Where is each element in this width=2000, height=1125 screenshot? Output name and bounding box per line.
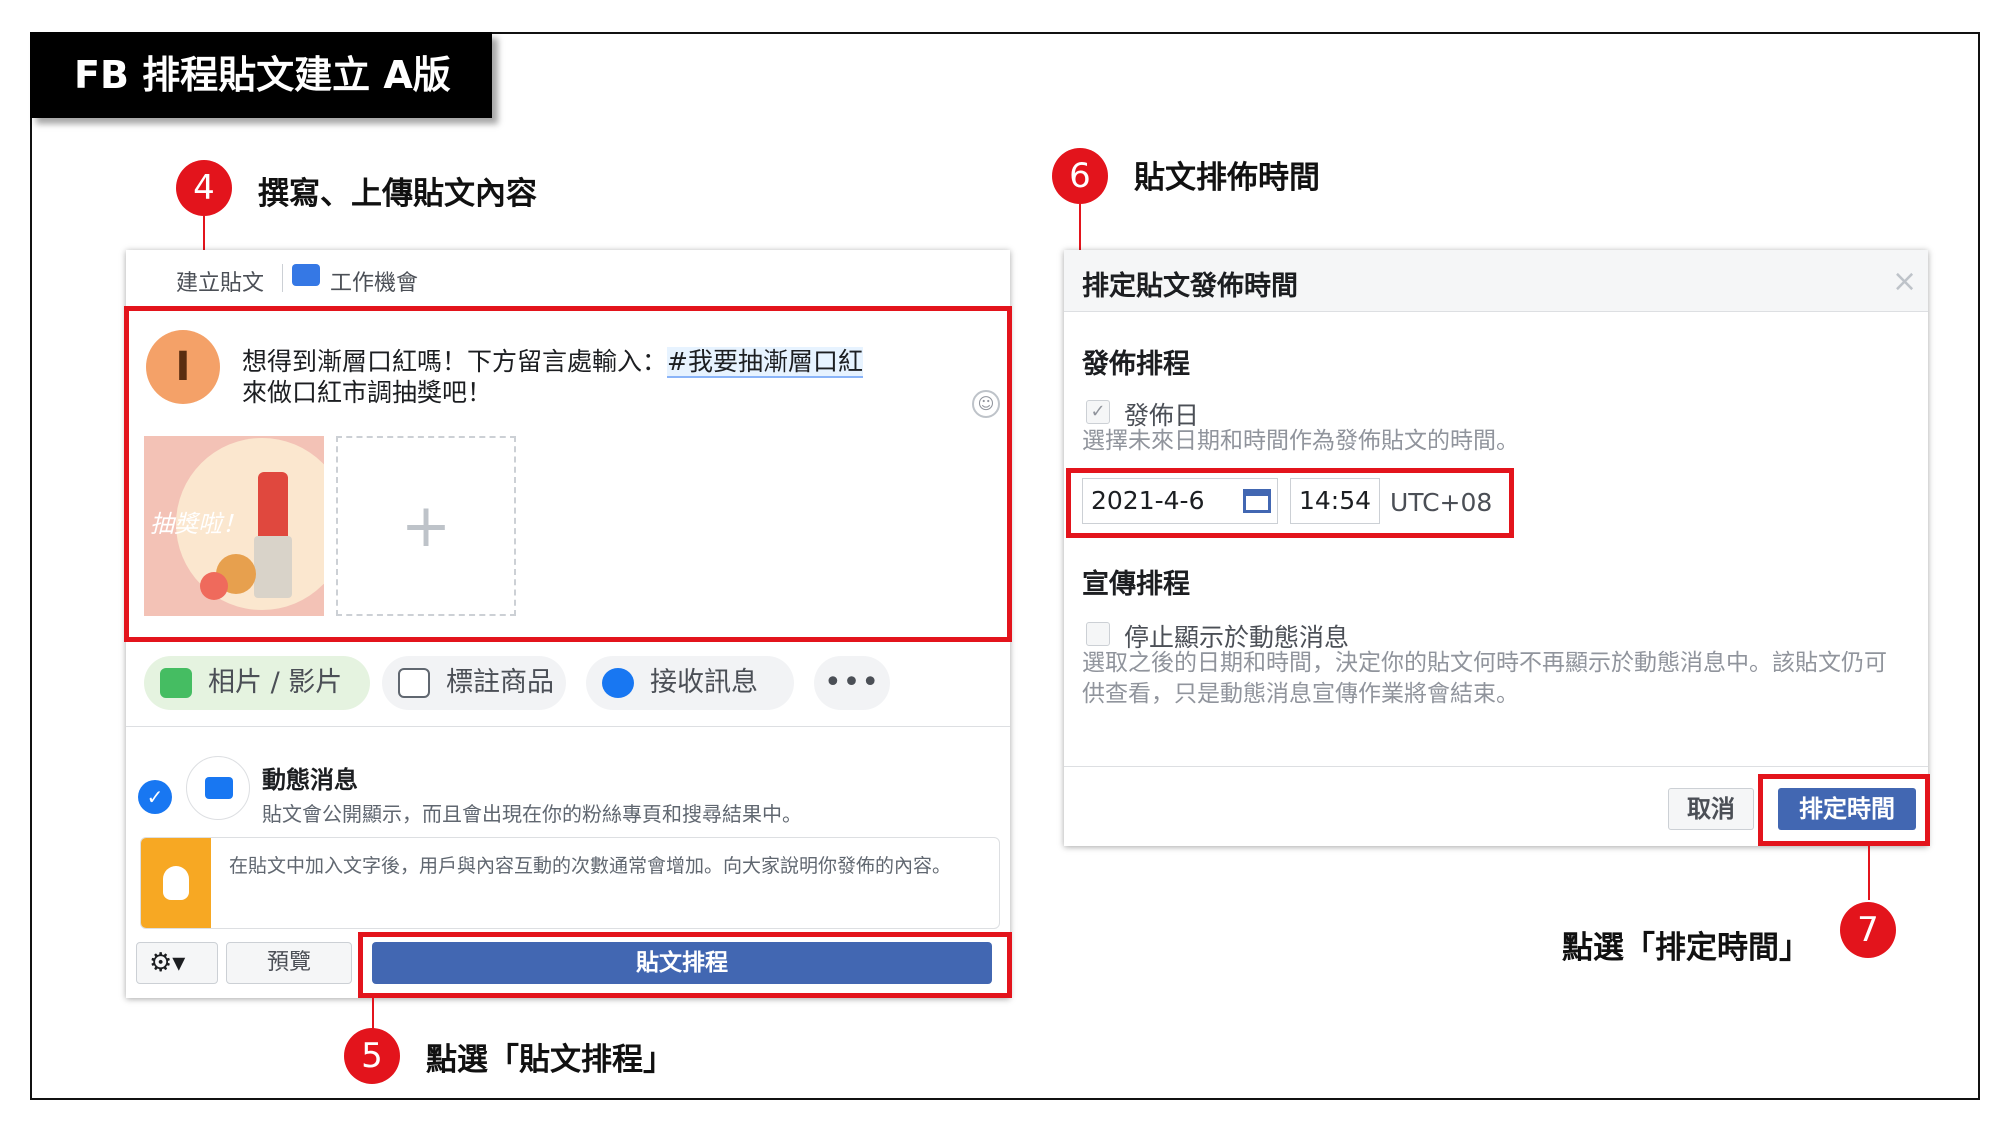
get-messages-label: 接收訊息 xyxy=(650,667,758,698)
tag-products-button[interactable]: 標註商品 xyxy=(382,656,566,710)
step-4-badge: 4 xyxy=(176,160,232,216)
lightbulb-icon xyxy=(163,866,189,900)
composer-divider xyxy=(126,726,1010,727)
step-6-badge: 6 xyxy=(1052,148,1108,204)
settings-gear-button[interactable]: ⚙▾ xyxy=(136,942,218,984)
publish-date-checkbox[interactable]: ✓ xyxy=(1086,400,1110,424)
stop-showing-hint: 選取之後的日期和時間，決定你的貼文何時不再顯示於動態消息中。該貼文仍可供查看，只… xyxy=(1082,650,1887,707)
schedule-post-dialog: 排定貼文發佈時間 × 發佈排程 ✓ 發佈日 選擇未來日期和時間作為發佈貼文的時間… xyxy=(1064,250,1928,846)
stop-showing-checkbox[interactable] xyxy=(1086,622,1110,646)
step-6-label: 貼文排佈時間 xyxy=(1134,160,1320,196)
photo-icon xyxy=(160,668,192,698)
tag-products-label: 標註商品 xyxy=(446,667,554,698)
cancel-button[interactable]: 取消 xyxy=(1668,788,1754,830)
publish-hint: 選擇未來日期和時間作為發佈貼文的時間。 xyxy=(1082,428,1519,454)
preview-button[interactable]: 預覽 xyxy=(226,942,352,984)
feed-checked-icon[interactable]: ✓ xyxy=(138,780,172,814)
tab-divider xyxy=(282,264,283,292)
page-title: FB 排程貼文建立 A版 xyxy=(30,32,492,118)
date-time-highlight xyxy=(1066,468,1514,538)
shopping-bag-icon xyxy=(398,668,430,698)
dialog-footer-divider xyxy=(1064,766,1928,767)
get-messages-button[interactable]: 接收訊息 xyxy=(586,656,794,710)
news-feed-description: 貼文會公開顯示，而且會出現在你的粉絲專頁和搜尋結果中。 xyxy=(262,802,802,826)
tip-box: 在貼文中加入文字後，用戶與內容互動的次數通常會增加。向大家說明你發佈的內容。 xyxy=(140,837,1000,929)
step-7-label: 點選「排定時間」 xyxy=(1562,930,1810,966)
composer-header: 建立貼文 工作機會 xyxy=(126,250,1010,310)
schedule-button-highlight xyxy=(358,932,1012,998)
tip-text: 在貼文中加入文字後，用戶與內容互動的次數通常會增加。向大家說明你發佈的內容。 xyxy=(229,855,952,877)
post-content-highlight xyxy=(124,306,1012,642)
news-feed-title: 動態消息 xyxy=(262,766,358,794)
dialog-header: 排定貼文發佈時間 × xyxy=(1064,250,1928,312)
promotion-schedule-heading: 宣傳排程 xyxy=(1082,569,1190,600)
close-icon[interactable]: × xyxy=(1892,264,1917,299)
step-4-label: 撰寫、上傳貼文內容 xyxy=(258,176,537,212)
tip-side-bar xyxy=(141,838,211,928)
messenger-icon xyxy=(602,668,634,698)
step-5-badge: 5 xyxy=(344,1028,400,1084)
tab-job-opening[interactable]: 工作機會 xyxy=(330,265,418,297)
dialog-title: 排定貼文發佈時間 xyxy=(1082,271,1298,302)
step-5-label: 點選「貼文排程」 xyxy=(426,1042,674,1078)
tab-create-post[interactable]: 建立貼文 xyxy=(176,265,264,297)
step-7-pointer xyxy=(1868,846,1870,900)
publish-schedule-heading: 發佈排程 xyxy=(1082,349,1190,380)
briefcase-icon xyxy=(292,264,320,286)
confirm-button-highlight xyxy=(1758,774,1930,846)
step-7-badge: 7 xyxy=(1840,902,1896,958)
photos-videos-label: 相片 / 影片 xyxy=(208,667,343,698)
more-options-button[interactable]: ••• xyxy=(814,656,890,710)
news-feed-icon xyxy=(186,756,250,820)
photos-videos-button[interactable]: 相片 / 影片 xyxy=(144,656,370,710)
